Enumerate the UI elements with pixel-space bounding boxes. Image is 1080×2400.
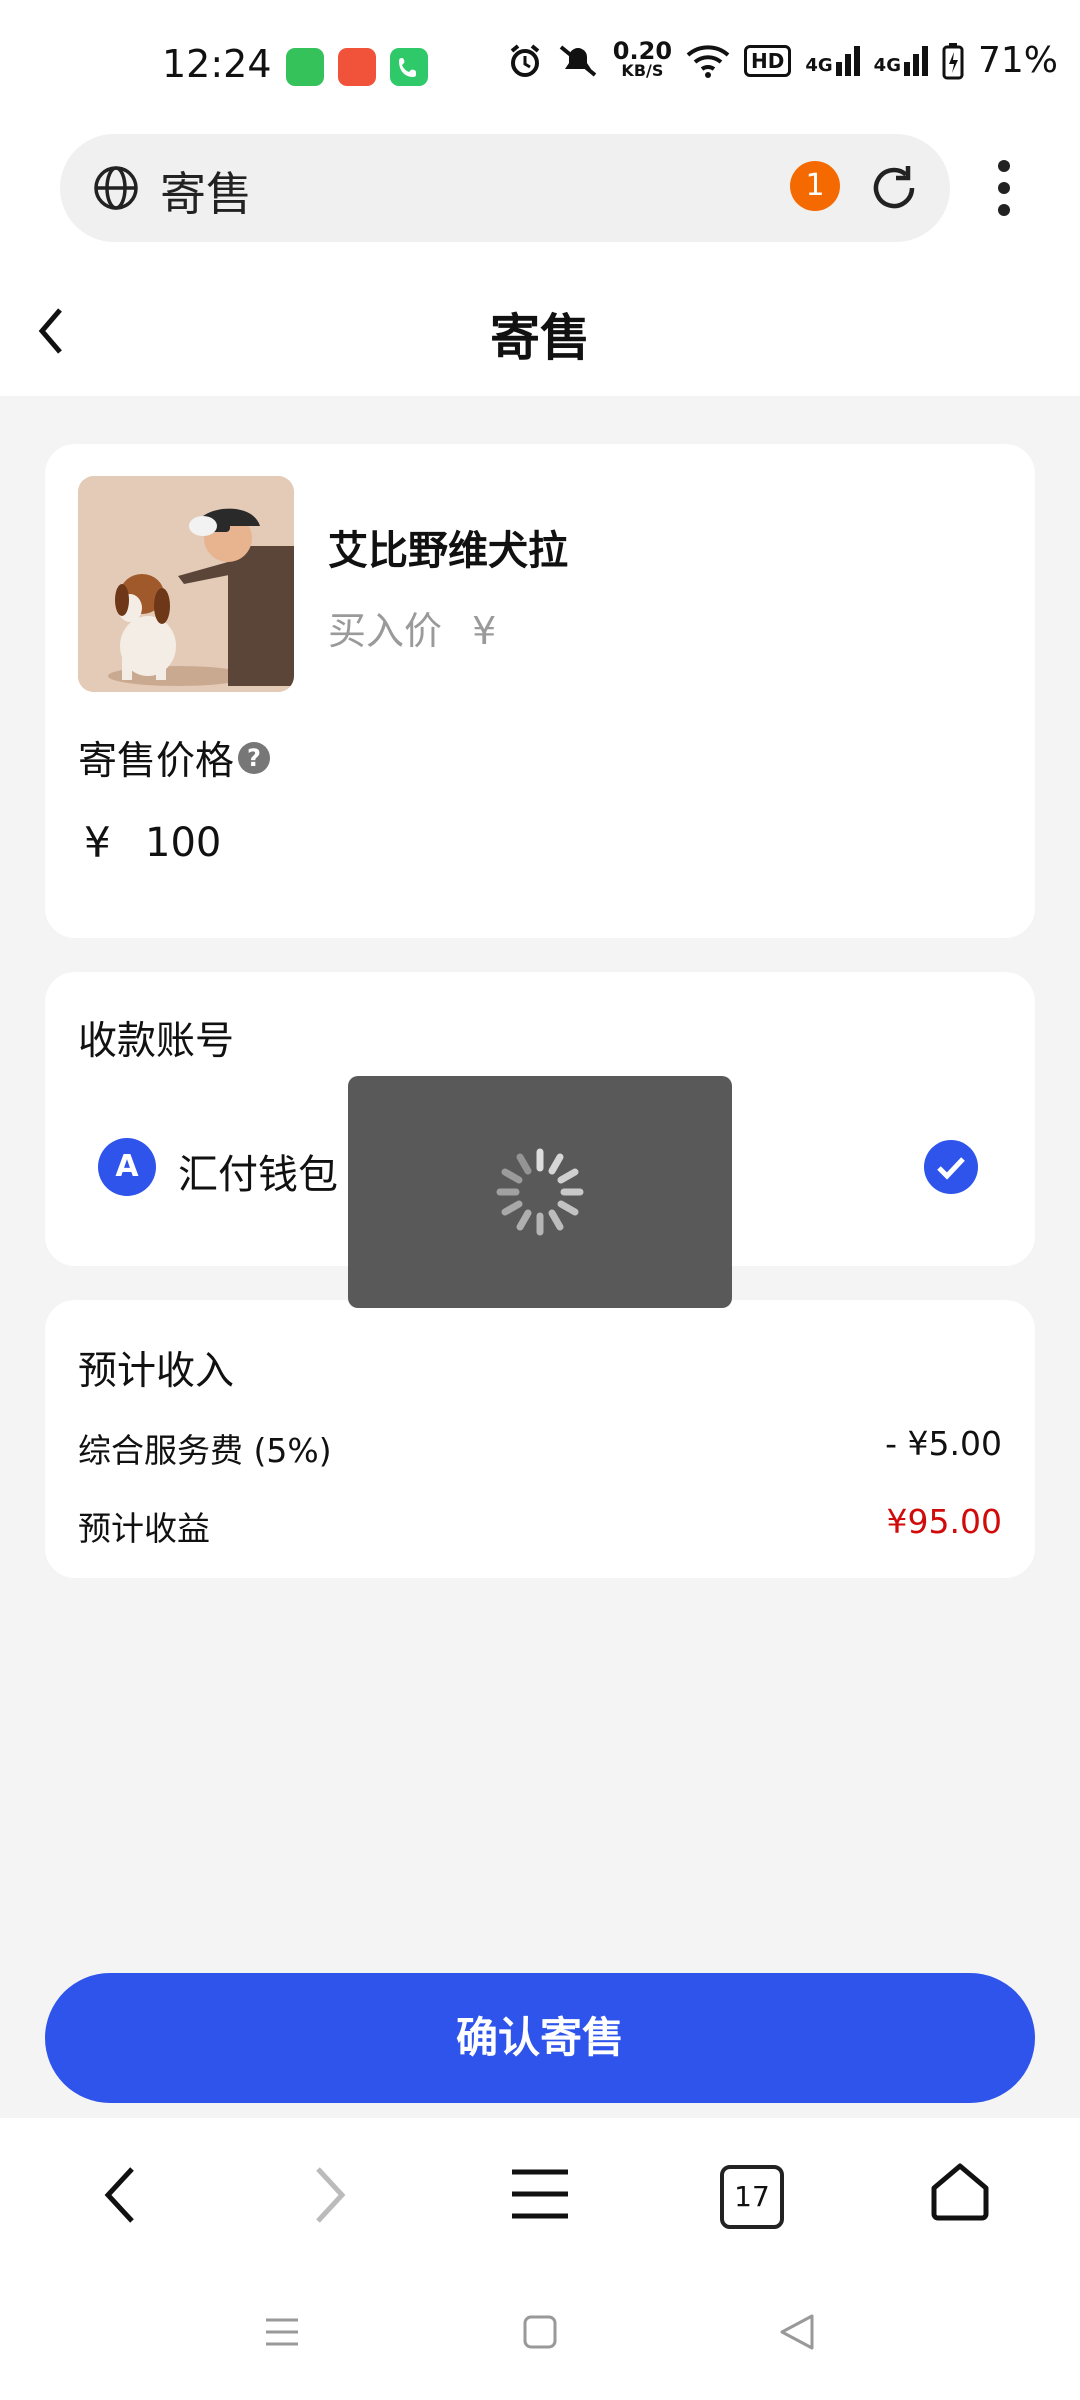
more-menu-icon[interactable] (992, 158, 1016, 218)
buy-price: 买入价 ¥ (328, 609, 497, 653)
wifi-icon (686, 44, 730, 78)
status-time: 12:24 (162, 42, 272, 86)
check-icon[interactable] (924, 1140, 978, 1194)
product-image[interactable] (78, 476, 294, 692)
phone-icon (390, 48, 428, 86)
currency-symbol: ¥ (84, 818, 111, 867)
app-icon (338, 48, 376, 86)
wallet-icon: A (98, 1138, 156, 1196)
consign-price-label: 寄售价格 (78, 739, 235, 784)
signal-1: 4G (805, 45, 860, 76)
fee-value: - ¥5.00 (885, 1424, 1002, 1463)
nav-forward-icon[interactable] (310, 2163, 350, 2227)
account-label: 收款账号 (78, 1019, 235, 1064)
menu-icon[interactable] (510, 2166, 570, 2222)
status-right-group: 0.20 KB/S HD 4G 4G 71% (507, 36, 1058, 81)
system-back-icon[interactable] (778, 2312, 816, 2352)
mute-icon (559, 44, 597, 77)
page-title: 寄售 (490, 309, 590, 367)
income-label: 预计收入 (78, 1349, 235, 1394)
nav-back-icon[interactable] (100, 2163, 140, 2227)
confirm-consign-button[interactable]: 确认寄售 (45, 1973, 1035, 2103)
network-speed: 0.20 KB/S (612, 36, 673, 80)
profit-value: ¥95.00 (886, 1502, 1002, 1541)
system-home-icon[interactable] (522, 2314, 558, 2350)
account-option-name[interactable]: 汇付钱包 (178, 1142, 338, 1200)
product-name: 艾比野维犬拉 (328, 528, 568, 574)
hd-icon: HD (744, 44, 792, 77)
globe-icon (94, 166, 138, 210)
browser-bottom-bar (0, 2118, 1080, 2400)
battery-icon (942, 42, 964, 79)
profit-label: 预计收益 (78, 1509, 210, 1548)
loading-overlay (348, 1076, 732, 1308)
alarm-icon (510, 43, 540, 77)
tabs-button[interactable]: 17 (720, 2165, 784, 2229)
home-icon[interactable] (928, 2160, 992, 2224)
spinner-icon (496, 1148, 584, 1236)
help-icon[interactable]: ? (238, 742, 271, 774)
messages-icon (286, 48, 324, 86)
battery-percent: 71% (977, 40, 1058, 81)
reload-icon[interactable] (868, 162, 920, 214)
consign-price-label-row: 寄售价格 ? (78, 730, 271, 786)
address-text[interactable]: 寄售 (160, 158, 252, 224)
notification-badge[interactable]: 1 (790, 161, 840, 211)
system-recents-icon[interactable] (264, 2314, 300, 2350)
signal-2: 4G (874, 45, 928, 76)
fee-label: 综合服务费 (5%) (78, 1431, 332, 1470)
consign-price-input[interactable]: 100 (145, 820, 221, 866)
